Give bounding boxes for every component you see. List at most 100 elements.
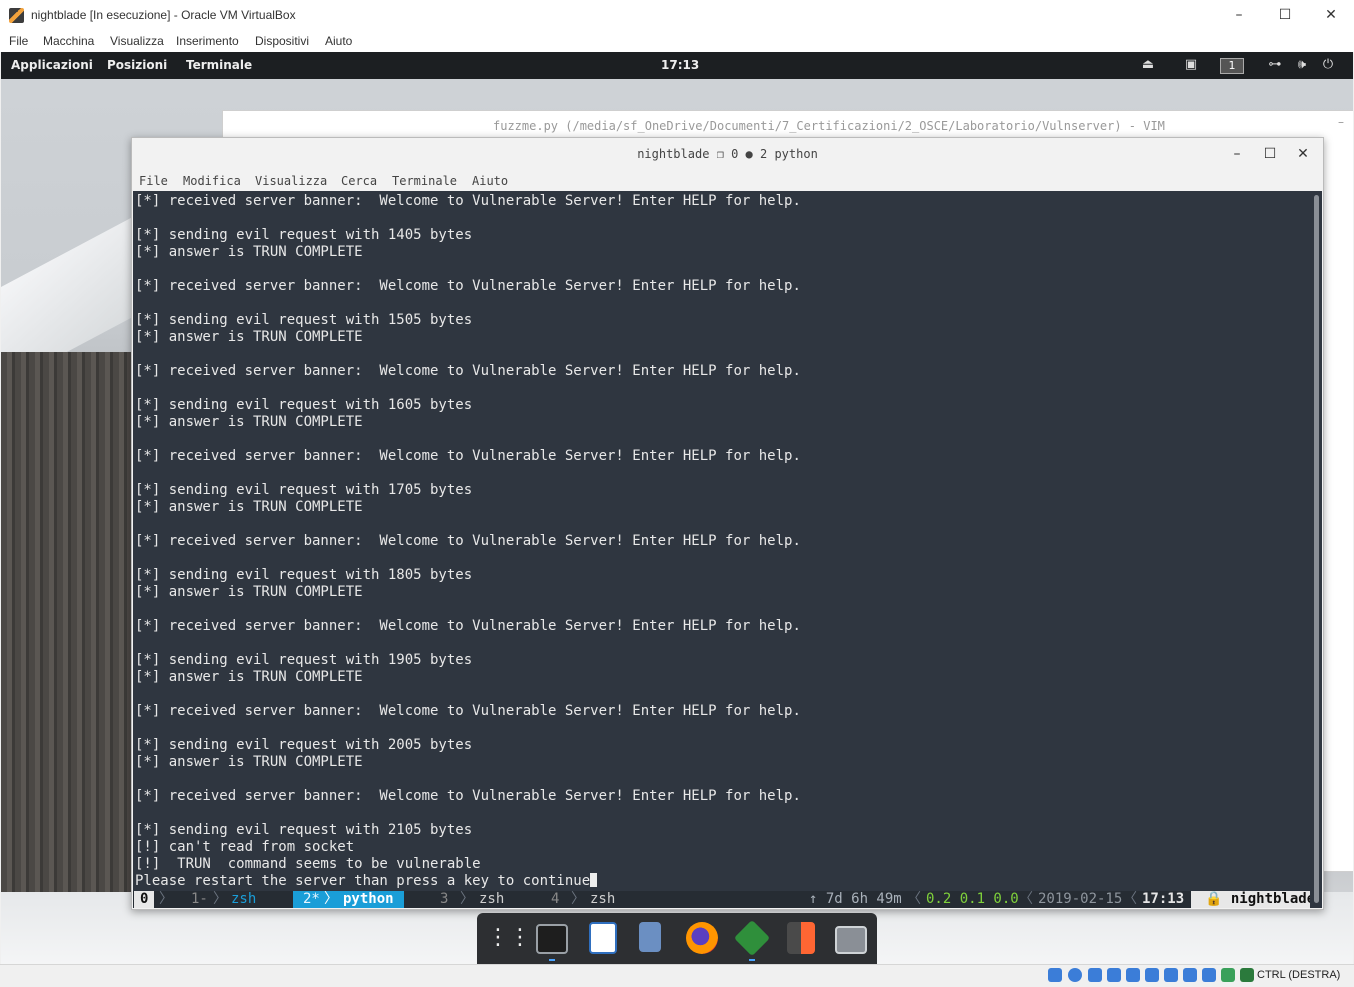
terminal-line: [*] sending evil request with 2105 bytes [135, 822, 473, 838]
firefox-icon[interactable] [686, 922, 718, 954]
terminal-window[interactable]: nightblade ❐ 0 ● 2 python – ☐ ✕ File Mod… [131, 137, 1324, 910]
terminal-icon[interactable] [536, 924, 568, 954]
tmux-window-2-index[interactable]: 2* [303, 891, 320, 908]
volume-icon[interactable]: 🕪 [1293, 57, 1311, 73]
maximize-button[interactable]: ☐ [1262, 0, 1308, 31]
screenshot-icon[interactable] [835, 926, 867, 954]
display-icon[interactable] [1164, 968, 1178, 982]
terminal-minimize-button[interactable]: – [1226, 144, 1248, 164]
close-button[interactable]: ✕ [1308, 0, 1354, 31]
tmux-window-4-index[interactable]: 4 [551, 891, 559, 908]
camera-icon[interactable]: ▣ [1182, 57, 1200, 73]
active-app-menu[interactable]: Terminale [186, 58, 252, 72]
tmux-separator: 〈 [1019, 891, 1033, 907]
video-capture-icon[interactable] [1183, 968, 1197, 982]
terminal-title: nightblade ❐ 0 ● 2 python [637, 147, 818, 161]
terminal-output[interactable]: [*] received server banner: Welcome to V… [133, 191, 1310, 908]
audio-icon[interactable] [1088, 968, 1102, 982]
terminal-menu-file[interactable]: File [139, 174, 168, 188]
power-icon[interactable]: ⏻ [1319, 57, 1337, 73]
vm-screen[interactable]: Applicazioni Posizioni Terminale 17:13 ⏏… [1, 52, 1353, 964]
menu-help[interactable]: Aiuto [325, 34, 352, 48]
terminal-line: [*] received server banner: Welcome to V… [135, 278, 801, 294]
network-icon[interactable] [1107, 968, 1121, 982]
places-menu[interactable]: Posizioni [107, 58, 167, 72]
terminal-line: [*] sending evil request with 1705 bytes [135, 482, 473, 498]
wallpaper-barn [1, 352, 133, 912]
applications-menu[interactable]: Applicazioni [11, 58, 93, 72]
gnome-top-panel: Applicazioni Posizioni Terminale 17:13 ⏏… [1, 52, 1353, 79]
tmux-separator: 〈 [907, 891, 921, 907]
mouse-integration-icon[interactable] [1240, 968, 1254, 982]
network-icon[interactable]: ⊶ [1266, 57, 1284, 73]
file-manager-icon[interactable] [639, 922, 661, 952]
running-indicator [549, 959, 555, 961]
minimize-button[interactable]: – [1216, 0, 1262, 31]
menu-file[interactable]: File [9, 34, 28, 48]
panel-clock[interactable]: 17:13 [661, 58, 699, 72]
tmux-window-3-name[interactable]: zsh [479, 891, 504, 908]
window-title: nightblade [In esecuzione] - Oracle VM V… [31, 8, 296, 22]
terminal-menu-terminal[interactable]: Terminale [392, 174, 457, 188]
terminal-line: [*] received server banner: Welcome to V… [135, 533, 801, 549]
tmux-window-4-name[interactable]: zsh [590, 891, 615, 908]
tmux-window-2-name[interactable]: python [343, 891, 394, 908]
recording-icon[interactable] [1202, 968, 1216, 982]
running-indicator [749, 959, 755, 961]
terminal-line: [*] answer is TRUN COMPLETE [135, 584, 363, 600]
tmux-window-3-index[interactable]: 3 [440, 891, 448, 908]
terminal-line: [*] answer is TRUN COMPLETE [135, 754, 363, 770]
tmux-window-1-index[interactable]: 1- [191, 891, 208, 908]
terminal-lines: [*] received server banner: Welcome to V… [135, 193, 801, 890]
tmux-window-1-name[interactable]: zsh [231, 891, 256, 908]
text-editor-icon[interactable] [589, 922, 617, 954]
terminal-line: [*] received server banner: Welcome to V… [135, 363, 801, 379]
tmux-date: 2019-02-15 [1038, 891, 1123, 907]
menu-view[interactable]: Visualizza [110, 34, 164, 48]
app-grid-icon[interactable]: ⋮⋮ [487, 922, 531, 954]
tmux-separator: 〉 [571, 891, 585, 907]
shared-folders-icon[interactable] [1145, 968, 1159, 982]
cpu-icon[interactable] [1221, 968, 1235, 982]
terminal-line: [*] received server banner: Welcome to V… [135, 448, 801, 464]
workspace-indicator[interactable]: 1 [1220, 58, 1244, 74]
tmux-session: 0 [134, 891, 155, 908]
vim-minimize-button[interactable]: – [1338, 115, 1344, 129]
tmux-separator: 〉 [324, 891, 338, 907]
terminal-prompt-line: Please restart the server than press a k… [135, 873, 801, 890]
menu-input[interactable]: Inserimento [176, 34, 239, 48]
terminal-titlebar: nightblade ❐ 0 ● 2 python – ☐ ✕ [132, 138, 1323, 170]
terminal-cursor [590, 873, 598, 887]
terminal-close-button[interactable]: ✕ [1292, 144, 1314, 164]
terminal-line: [*] received server banner: Welcome to V… [135, 193, 801, 209]
optical-drive-icon[interactable] [1068, 968, 1082, 982]
vim-icon[interactable] [733, 919, 771, 957]
usb-icon[interactable] [1126, 968, 1140, 982]
terminal-menu-search[interactable]: Cerca [341, 174, 377, 188]
burp-suite-icon[interactable] [787, 922, 815, 954]
menu-machine[interactable]: Macchina [43, 34, 94, 48]
terminal-menu-edit[interactable]: Modifica [183, 174, 241, 188]
eject-icon[interactable]: ⏏ [1139, 57, 1157, 73]
terminal-scrollbar[interactable] [1310, 191, 1322, 908]
terminal-menu-help[interactable]: Aiuto [472, 174, 508, 188]
terminal-line: [*] sending evil request with 1605 bytes [135, 397, 473, 413]
scrollbar-thumb[interactable] [1314, 195, 1319, 903]
terminal-line: [*] answer is TRUN COMPLETE [135, 414, 363, 430]
tmux-separator: 〈 [1123, 891, 1137, 907]
virtualbox-status-bar: CTRL (DESTRA) [0, 964, 1354, 987]
terminal-line: [*] received server banner: Welcome to V… [135, 618, 801, 634]
terminal-maximize-button[interactable]: ☐ [1259, 144, 1281, 164]
tmux-separator: 〉 [159, 891, 173, 907]
terminal-menu-view[interactable]: Visualizza [255, 174, 327, 188]
hard-disk-icon[interactable] [1048, 968, 1062, 982]
menu-devices[interactable]: Dispositivi [255, 34, 309, 48]
